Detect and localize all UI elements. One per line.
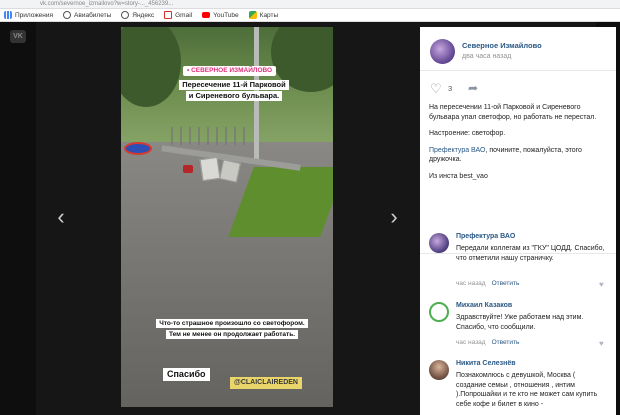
bookmark-label: YouTube <box>213 11 239 19</box>
comment-author[interactable]: Никита Селезнёв <box>456 360 516 367</box>
prefecture-mention-link[interactable]: Префектура ВАО <box>429 147 485 154</box>
red-signal <box>183 165 193 173</box>
url-text[interactable]: vk.com/severnoe_izmailovo?w=story-..._45… <box>40 0 360 8</box>
post-panel: Северное Измайлово два часа назад ♡ 3 ➦ … <box>420 27 616 415</box>
group-name-link[interactable]: Северное Измайлово <box>462 41 542 50</box>
comment-author[interactable]: Префектура ВАО <box>456 233 515 240</box>
apps-grid-icon <box>4 11 12 19</box>
story-image[interactable]: • СЕВЕРНОЕ ИЗМАЙЛОВО Пересечение 11-й Па… <box>121 27 333 407</box>
bookmark-label: Яндекс <box>132 11 155 19</box>
comment-item: Михаил Казаков Здравствуйте! Уже работае… <box>420 302 616 352</box>
comment-text: Здравствуйте! Уже работаем над этим. Спа… <box>456 314 584 331</box>
bookmark-aviabilety[interactable]: Авиабилеты <box>63 11 111 19</box>
commenter-avatar[interactable] <box>429 360 449 380</box>
gmail-icon <box>164 11 173 19</box>
comment-time[interactable]: час назад <box>456 339 486 346</box>
bookmark-maps[interactable]: Карты <box>248 11 279 19</box>
bookmark-label: Авиабилеты <box>74 11 112 19</box>
comment-text: Познакомлюсь с девушкой, Москва ( создан… <box>456 372 598 408</box>
author-mention-sticker: @CLAICLAIREDEN <box>230 377 302 389</box>
vk-logo[interactable]: VK <box>10 30 26 43</box>
caption-line: Что-то страшное произошло со светофором. <box>156 319 308 328</box>
post-time[interactable]: два часа назад <box>462 53 511 60</box>
bookmark-label: Карты <box>259 11 279 19</box>
reply-link[interactable]: Ответить <box>492 339 520 346</box>
bookmark-label: Gmail <box>175 11 193 19</box>
comment-like-heart-icon[interactable]: ♥ <box>599 280 604 289</box>
fence <box>171 127 251 145</box>
maps-icon <box>248 11 257 19</box>
share-arrow-icon[interactable]: ➦ <box>468 81 484 95</box>
post-header: Северное Измайлово два часа назад <box>420 27 616 71</box>
group-avatar[interactable] <box>430 39 455 64</box>
thanks-sticker: Спасибо <box>163 368 210 381</box>
comment-item: Префектура ВАО Передали коллегам из "ГКУ… <box>420 233 616 289</box>
faint-watermarks <box>121 182 333 272</box>
bookmark-label: Приложения <box>15 11 54 19</box>
headline-line: и Сиреневого бульвара. <box>185 91 283 101</box>
like-heart-icon[interactable]: ♡ <box>430 82 444 96</box>
post-paragraph: На пересечении 11-ой Парковой и Сиренево… <box>429 104 597 121</box>
traffic-light-head <box>199 156 221 182</box>
youtube-icon <box>202 12 211 18</box>
commenter-avatar[interactable] <box>429 302 449 322</box>
post-paragraph: Из инста best_vao <box>429 172 488 180</box>
next-arrow-icon[interactable]: › <box>386 205 402 229</box>
comment-author[interactable]: Михаил Казаков <box>456 302 512 309</box>
comment-text: Передали коллегам из "ГКУ" ЦОДД. Спасибо… <box>456 245 605 262</box>
comment-item: Никита Селезнёв Познакомлюсь с девушкой,… <box>420 360 616 415</box>
story-location-tag: • СЕВЕРНОЕ ИЗМАЙЛОВО <box>183 66 277 76</box>
globe-icon <box>121 11 130 19</box>
road-sign <box>124 142 152 155</box>
headline-line: Пересечение 11-й Парковой <box>179 80 289 90</box>
comment-like-heart-icon[interactable]: ♥ <box>599 339 604 348</box>
address-bar[interactable]: vk.com/severnoe_izmailovo?w=story-..._45… <box>0 0 620 9</box>
bookmark-youtube[interactable]: YouTube <box>202 12 239 19</box>
post-paragraph: Префектура ВАО, почините, пожалуйста, эт… <box>429 146 611 165</box>
bookmark-apps[interactable]: Приложения <box>4 11 53 19</box>
post-paragraph: Настроение: светофор. <box>429 130 506 137</box>
left-gutter <box>0 22 36 415</box>
post-actions: ♡ 3 ➦ <box>420 79 616 99</box>
caption-line: Тем не менее он продолжает работать. <box>165 330 299 339</box>
globe-icon <box>63 11 72 19</box>
bookmark-yandex[interactable]: Яндекс <box>121 11 154 19</box>
story-caption: Что-то страшное произошло со светофором.… <box>141 318 323 340</box>
story-headline: Пересечение 11-й Парковой и Сиреневого б… <box>170 80 298 102</box>
bookmarks-bar: Приложения Авиабилеты Яндекс Gmail YouTu… <box>0 9 620 22</box>
post-body: На пересечении 11-ой Парковой и Сиренево… <box>429 103 611 188</box>
reply-link[interactable]: Ответить <box>492 280 520 287</box>
comment-time[interactable]: час назад <box>456 280 486 287</box>
prev-arrow-icon[interactable]: ‹ <box>53 205 69 229</box>
commenter-avatar[interactable] <box>429 233 449 253</box>
comment-meta: час назад Ответить <box>456 280 519 287</box>
like-count: 3 <box>448 84 453 93</box>
comment-meta: час назад Ответить <box>456 339 519 346</box>
bookmark-gmail[interactable]: Gmail <box>164 11 192 19</box>
